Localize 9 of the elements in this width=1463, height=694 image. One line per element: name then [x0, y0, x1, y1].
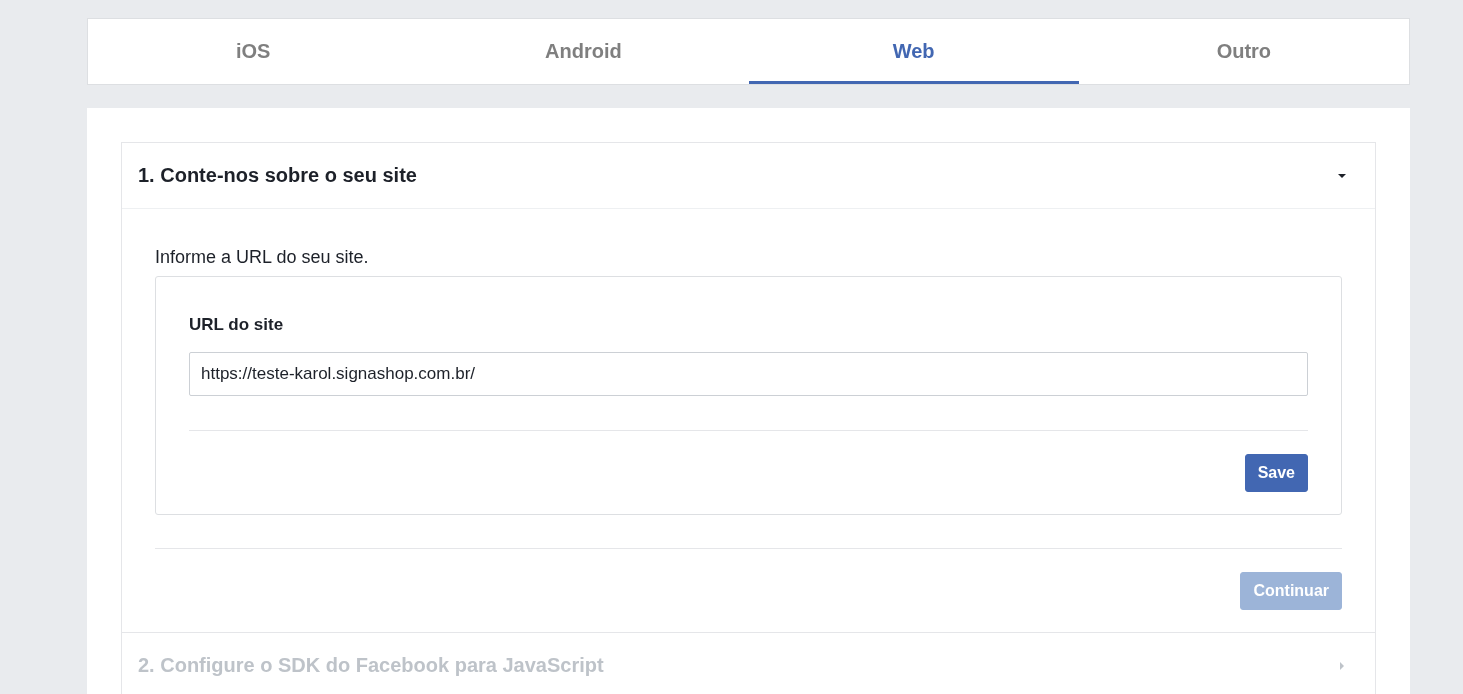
url-input-field[interactable]: https://teste-karol.signashop.com.br/ — [189, 352, 1308, 396]
instruction-text: Informe a URL do seu site. — [155, 247, 370, 268]
platform-tab[interactable]: Outro — [1078, 19, 1409, 84]
save-button[interactable]: Save — [1244, 454, 1308, 492]
field-label: URL do site — [189, 315, 285, 335]
platform-tab[interactable]: iOS — [88, 19, 419, 84]
caret-icon — [1337, 660, 1347, 671]
platform-tab[interactable]: Android — [418, 19, 749, 84]
platform-tab[interactable]: Web — [748, 19, 1079, 84]
